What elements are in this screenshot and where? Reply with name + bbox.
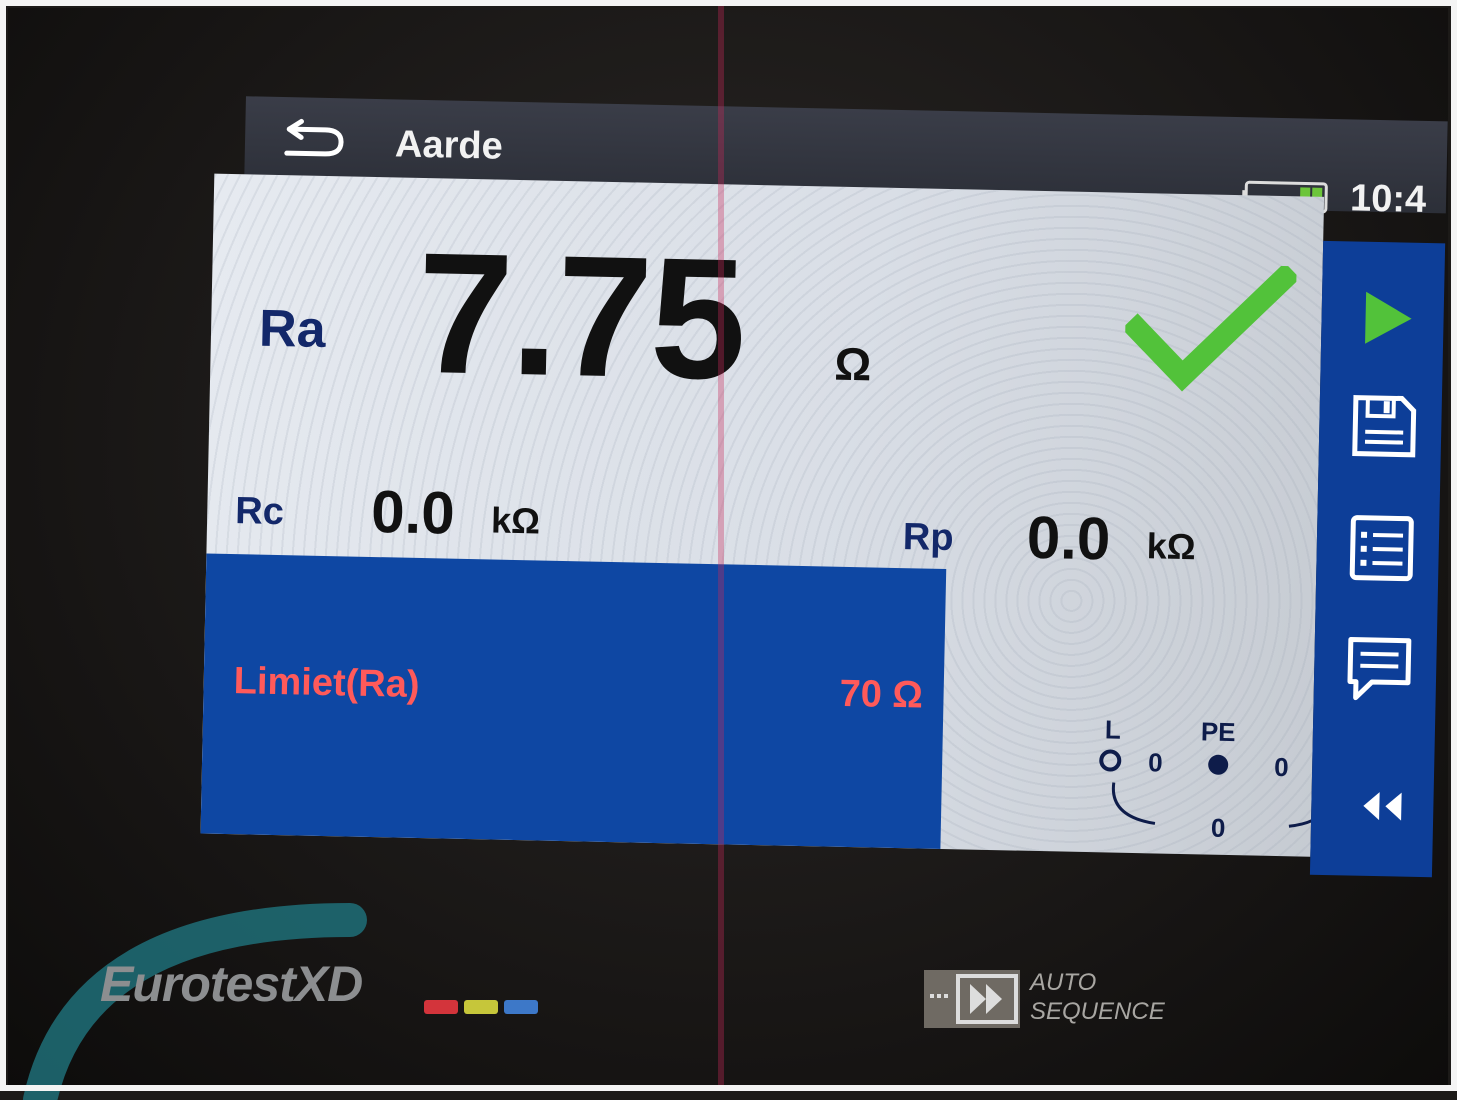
rc-value: 0.0 [371,477,456,548]
side-toolbar [1310,241,1445,877]
terminal-label-pe: PE [1201,716,1236,747]
rp-label: Rp [902,516,954,560]
play-icon[interactable] [1349,281,1422,354]
auto-sequence-label-line2: SEQUENCE [1030,997,1170,1026]
limit-value: 70 Ω [839,673,923,718]
terminal-open-l-n: 0 [1211,813,1226,843]
pass-check-icon [1124,263,1297,397]
ra-value: 7.75 [415,214,746,419]
brand-color-dot [424,1000,458,1014]
rc-label: Rc [235,490,284,534]
limit-label: Limiet(Ra) [233,660,420,707]
terminal-label-l: L [1105,714,1122,744]
terminal-open-pe-n: 0 [1274,752,1289,782]
terminal-pe-dot [1208,755,1228,775]
ra-unit: Ω [834,337,872,392]
device-brand-logo: EurotestXD [100,955,362,1013]
measurement-panel: Ra 7.75 Ω Rc 0.0 kΩ Rp 0.0 kΩ Limiet(Ra)… [201,174,1325,857]
arrow-left-icon[interactable] [1339,781,1412,830]
limit-panel[interactable]: Limiet(Ra) 70 Ω [201,554,947,849]
comment-icon[interactable] [1341,633,1414,706]
auto-sequence-button-icon[interactable] [922,968,1022,1030]
device-screen: Aarde 10:4 Ra 7.75 Ω Rc 0.0 kΩ Rp 0.0 kΩ… [170,95,1448,877]
auto-sequence-label-line1: AUTO [1030,968,1170,997]
rp-value: 0.0 [1026,503,1111,574]
photo-glare-line [718,0,724,1091]
terminal-open-l-pe: 0 [1148,747,1163,777]
ra-label: Ra [258,299,326,360]
terminal-diagram: L PE N 0 0 0 [1090,712,1324,857]
rc-unit: kΩ [491,499,541,542]
brand-color-bar [424,998,544,1016]
page-title: Aarde [395,123,504,168]
clock: 10:4 [1350,177,1427,222]
brand-color-dot [464,1000,498,1014]
list-icon[interactable] [1344,511,1417,584]
rp-unit: kΩ [1146,525,1196,568]
terminal-l-dot [1101,751,1119,769]
brand-color-dot [504,1000,538,1014]
back-icon[interactable] [281,111,352,162]
save-icon[interactable] [1347,389,1420,462]
auto-sequence-label: AUTO SEQUENCE [1030,968,1170,1026]
